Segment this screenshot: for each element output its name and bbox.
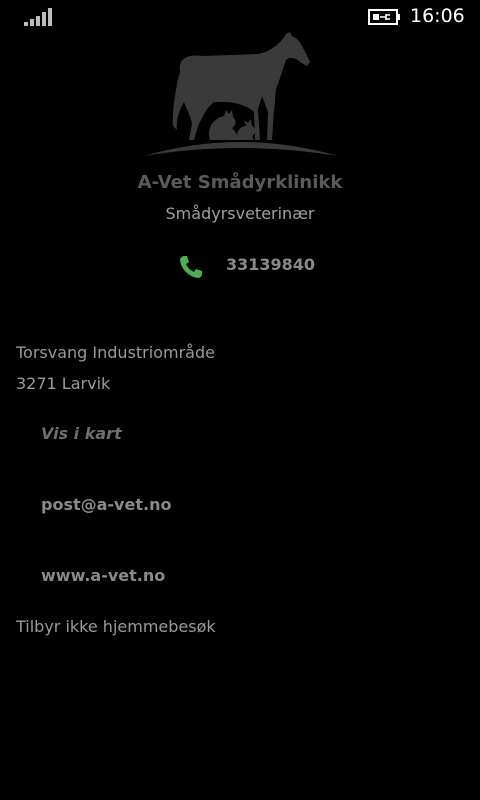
clock: 16:06	[410, 5, 465, 27]
email-link[interactable]: post@a-vet.no	[41, 495, 171, 514]
signal-strength-icon	[24, 8, 52, 26]
address-line-2: 3271 Larvik	[16, 374, 111, 393]
home-visit-note: Tilbyr ikke hjemmebesøk	[16, 617, 216, 636]
status-bar: 16:06	[0, 0, 480, 32]
website-link[interactable]: www.a-vet.no	[41, 566, 165, 585]
horse-cat-logo-icon	[144, 32, 338, 156]
show-on-map-link[interactable]: Vis i kart	[41, 424, 122, 443]
address-line-1: Torsvang Industriområde	[16, 343, 215, 362]
battery-charging-icon	[368, 9, 400, 25]
clinic-subtitle: Smådyrsveterinær	[165, 204, 315, 223]
phone-row[interactable]: 33139840	[0, 252, 480, 284]
phone-icon[interactable]	[178, 254, 204, 280]
clinic-name: A-Vet Smådyrklinikk	[137, 172, 343, 193]
phone-number[interactable]: 33139840	[226, 255, 315, 274]
